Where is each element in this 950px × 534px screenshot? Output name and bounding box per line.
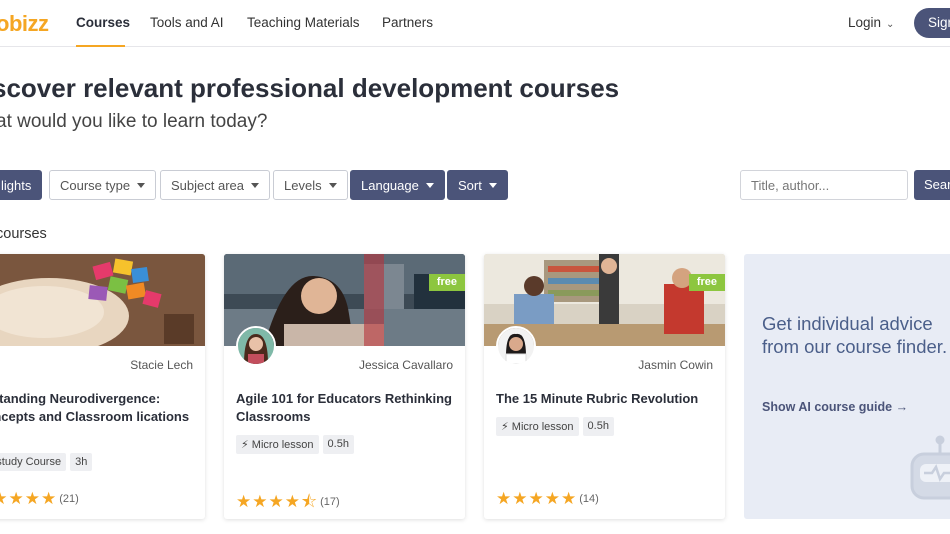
arrow-right-icon: → <box>895 400 909 414</box>
rating-stars: ★★★★★ (14) <box>496 489 599 508</box>
duration-tag: 0.5h <box>322 435 354 454</box>
rating-count: (17) <box>320 496 340 508</box>
lightning-icon: ⚡ <box>241 439 249 451</box>
free-badge: free <box>688 274 725 291</box>
search-input[interactable] <box>740 170 908 200</box>
course-type-label: Micro lesson <box>511 421 574 433</box>
free-badge: free <box>428 274 465 291</box>
caret-down-icon <box>488 183 497 188</box>
ai-link-label: Show AI course guide <box>762 400 893 414</box>
active-nav-indicator <box>76 45 125 47</box>
signup-button[interactable]: Sign <box>914 8 950 38</box>
caret-down-icon <box>137 183 146 188</box>
section-title: courses <box>0 226 47 242</box>
course-title[interactable]: lerstanding Neurodivergence: Concepts an… <box>0 390 196 426</box>
author-name: Jessica Cavallaro <box>358 358 453 372</box>
rating-count: (14) <box>579 493 599 505</box>
chevron-down-icon: ⌄ <box>886 19 895 30</box>
nav-partners[interactable]: Partners <box>382 15 433 30</box>
course-type-filter[interactable]: Course type <box>49 170 157 200</box>
author-avatar <box>236 326 276 366</box>
top-navigation: obizz Courses Tools and AI Teaching Mate… <box>0 0 950 47</box>
language-filter[interactable]: Language <box>350 170 445 200</box>
robot-icon <box>906 432 950 507</box>
course-type-tag: ⚡ Micro lesson <box>496 417 579 436</box>
levels-filter[interactable]: Levels <box>273 170 348 200</box>
caret-down-icon <box>328 183 337 188</box>
course-type-tag: elf-study Course <box>0 453 67 471</box>
subject-area-filter[interactable]: Subject area <box>160 170 270 200</box>
author-avatar <box>496 326 536 366</box>
course-title[interactable]: The 15 Minute Rubric Revolution <box>496 390 716 408</box>
nav-teaching-materials[interactable]: Teaching Materials <box>247 15 360 30</box>
sort-label: Sort <box>458 178 482 193</box>
course-card[interactable]: free Jasmin Cowin The 15 Minute Rubric R… <box>484 254 725 519</box>
course-title[interactable]: Agile 101 for Educators Rethinking Class… <box>236 390 456 426</box>
course-image <box>0 254 205 346</box>
language-label: Language <box>361 178 419 193</box>
page-subtitle: at would you like to learn today? <box>0 111 268 132</box>
ai-course-finder-card[interactable]: Get individual advice from our course fi… <box>744 254 950 519</box>
highlights-filter[interactable]: lights <box>0 170 43 200</box>
login-menu[interactable]: Login ⌄ <box>848 15 894 30</box>
nav-courses[interactable]: Courses <box>76 15 130 30</box>
author-name: Jasmin Cowin <box>638 358 713 372</box>
duration-tag: 3h <box>70 453 93 471</box>
course-tags: ⚡ Micro lesson 0.5h <box>236 435 354 454</box>
login-label: Login <box>848 15 882 30</box>
caret-down-icon <box>251 183 259 188</box>
logo[interactable]: obizz <box>0 11 49 37</box>
ai-course-guide-link[interactable]: Show AI course guide → <box>762 400 908 414</box>
page-title: scover relevant professional development… <box>0 73 620 103</box>
half-star-icon: ⯪ <box>300 492 319 511</box>
author-name: Stacie Lech <box>130 358 193 372</box>
nav-tools-and-ai[interactable]: Tools and AI <box>150 15 224 30</box>
course-card[interactable]: Stacie Lech lerstanding Neurodivergence:… <box>0 254 205 519</box>
highlights-label: lights <box>1 178 32 193</box>
lightning-icon: ⚡ <box>501 421 509 433</box>
ai-card-text: Get individual advice from our course fi… <box>762 313 948 357</box>
levels-label: Levels <box>284 178 322 193</box>
caret-down-icon <box>425 183 434 188</box>
rating-count: (21) <box>59 493 79 505</box>
course-tags: ⚡ Micro lesson 0.5h <box>496 417 614 436</box>
course-tags: elf-study Course 3h <box>0 453 93 471</box>
course-type-tag: ⚡ Micro lesson <box>236 435 319 454</box>
course-type-label: Course type <box>60 178 131 193</box>
duration-tag: 0.5h <box>582 417 614 436</box>
sort-filter[interactable]: Sort <box>447 170 508 200</box>
search-button[interactable]: Sear <box>914 170 950 200</box>
rating-stars: ★★★★★(21) <box>0 489 79 508</box>
rating-stars: ★★★★⯪ (17) <box>236 489 340 518</box>
course-card[interactable]: free Jessica Cavallaro Agile 101 for Edu… <box>224 254 465 519</box>
subject-area-label: Subject area <box>171 178 244 193</box>
course-type-label: Micro lesson <box>251 439 314 451</box>
